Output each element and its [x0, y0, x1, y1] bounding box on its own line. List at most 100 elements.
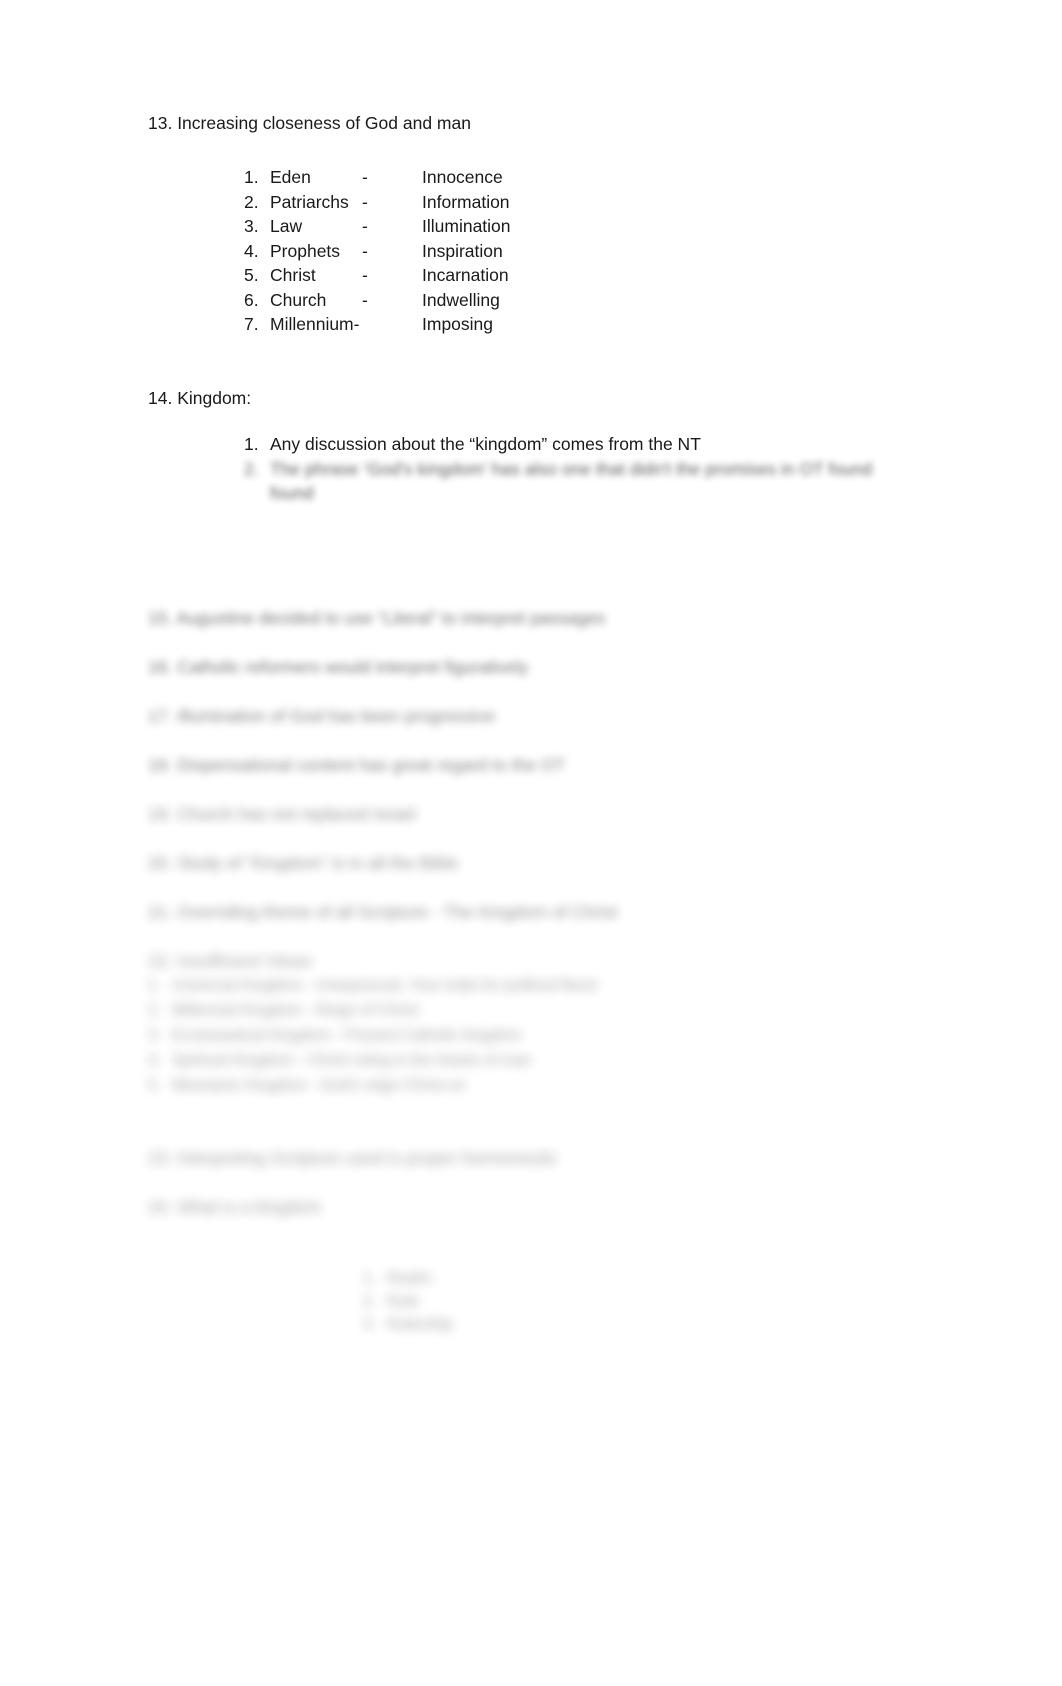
item-number: 2. — [148, 1002, 161, 1019]
list-item: 3. Rulership — [363, 1313, 948, 1336]
item-number: 4. — [148, 1052, 161, 1069]
list-item: 3. Ecclesiastical Kingdom - Present Cath… — [148, 1023, 948, 1048]
item-dash: - — [362, 289, 368, 310]
item-text: Realm — [387, 1270, 432, 1287]
item-number: 1. — [148, 977, 161, 994]
section-13: 13. Increasing closeness of God and man — [148, 110, 471, 136]
section-number: 20. — [148, 853, 173, 873]
item-number: 5. — [244, 265, 259, 285]
list-item: 2. Patriarchs - Information — [244, 190, 511, 215]
section-14: 14. Kingdom: — [148, 385, 251, 411]
section-14-heading: 14. Kingdom: — [148, 388, 252, 408]
item-number: 4. — [244, 240, 259, 261]
section-number: 15. — [148, 608, 173, 628]
section-20: 20. Study of “Kingdom” is in all the Bib… — [148, 851, 948, 875]
section-text: Overriding theme of all Scripture - The … — [177, 902, 618, 922]
section-17: 17. Illumination of God has been progres… — [148, 704, 948, 728]
section-15: 15. Augustine decided to use “Literal” t… — [148, 606, 948, 630]
item-number: 2. — [244, 458, 259, 479]
section-number: 17. — [148, 706, 173, 726]
list-item: 7. Millennium- Imposing — [244, 312, 511, 337]
list-item: 2. The phrase ‘God's kingdom' has also o… — [244, 457, 872, 482]
item-dash: - — [362, 240, 368, 261]
section-text: Catholic reformers would interpret figur… — [177, 657, 529, 677]
item-number: 3. — [148, 1027, 161, 1044]
list-item: 1. Eden - Innocence — [244, 165, 511, 190]
list-item: 6. Church - Indwelling — [244, 288, 511, 313]
kingdom-elements-list: 1. Realm 2. Rule 3. Rulership — [363, 1267, 948, 1336]
item-term: Millennium- — [270, 314, 360, 334]
item-number: 7. — [244, 314, 259, 334]
item-dash: - — [362, 216, 368, 236]
section-13-heading: 13. Increasing closeness of God and man — [148, 113, 471, 133]
kingdom-views-list: 1. Universal Kingdom - Unequivocal, Your… — [148, 973, 948, 1098]
item-value: Illumination — [422, 216, 511, 236]
item-term: Law — [270, 216, 303, 236]
item-term: Eden — [270, 167, 311, 187]
item-number: 3. — [244, 216, 259, 236]
item-number: 2. — [244, 191, 259, 212]
section-text: Augustine decided to use “Literal” to in… — [176, 608, 606, 628]
item-text: Millennial Kingdom - Reign of Christ — [172, 1002, 419, 1019]
list-item: 5. Christ - Incarnation — [244, 263, 511, 288]
item-value: Imposing — [422, 314, 494, 334]
section-text: Insufficient Views — [177, 951, 312, 971]
section-text: Interpreting Scripture used is proper he… — [177, 1148, 558, 1168]
section-13-list: 1. Eden - Innocence 2. Patriarchs - Info… — [244, 165, 511, 337]
section-number: 18. — [148, 755, 173, 775]
item-text: Messianic Kingdom - God's reign Christ o… — [172, 1077, 466, 1094]
document-page: 13. Increasing closeness of God and man … — [0, 0, 1062, 1686]
item-dash: - — [362, 167, 368, 187]
section-text: What is a kingdom — [177, 1197, 322, 1217]
item-number: 6. — [244, 289, 259, 310]
item-value: Innocence — [422, 167, 503, 187]
section-number: 21. — [148, 902, 173, 922]
item-term: Christ — [270, 265, 316, 285]
item-number: 1. — [244, 434, 259, 454]
list-item: 2. Millennial Kingdom - Reign of Christ — [148, 998, 948, 1023]
section-16: 16. Catholic reformers would interpret f… — [148, 655, 948, 679]
section-text: Dispensational content has great regard … — [177, 755, 566, 775]
item-value: Information — [422, 191, 510, 212]
lower-sections: 15. Augustine decided to use “Literal” t… — [148, 558, 948, 1336]
section-text: Illumination of God has been progressive — [177, 706, 496, 726]
section-23: 23. Interpreting Scripture used is prope… — [148, 1146, 948, 1170]
item-text: Any discussion about the “kingdom” comes… — [270, 434, 701, 454]
item-number: 1. — [244, 167, 259, 187]
section-number: 22. — [148, 951, 173, 971]
item-text: Spiritual Kingdom - Christ ruling in the… — [172, 1052, 532, 1069]
item-text: Ecclesiastical Kingdom - Present Catholi… — [172, 1027, 521, 1044]
section-22: 22. Insufficient Views — [148, 949, 948, 973]
list-item: 1. Any discussion about the “kingdom” co… — [244, 432, 872, 457]
item-term: Prophets — [270, 240, 341, 261]
section-number: 23. — [148, 1148, 173, 1168]
item-text: Rulership — [387, 1316, 453, 1333]
section-18: 18. Dispensational content has great reg… — [148, 753, 948, 777]
item-text: Rule — [387, 1293, 419, 1310]
item-dash: - — [362, 191, 368, 212]
section-21: 21. Overriding theme of all Scripture - … — [148, 900, 948, 924]
item-value: Indwelling — [422, 289, 500, 310]
list-item-wrap: found — [270, 481, 872, 506]
item-value: Inspiration — [422, 240, 503, 261]
list-item: 4. Prophets - Inspiration — [244, 239, 511, 264]
list-item: 2. Rule — [363, 1290, 948, 1313]
section-text: Church has not replaced Israel — [177, 804, 416, 824]
list-item: 3. Law - Illumination — [244, 214, 511, 239]
item-text: The phrase ‘God's kingdom' has also one … — [270, 458, 873, 479]
item-term: Church — [270, 289, 327, 310]
item-value: Incarnation — [422, 265, 509, 285]
section-24: 24. What is a kingdom — [148, 1195, 948, 1219]
item-text: Universal Kingdom - Unequivocal, Your tr… — [172, 977, 599, 994]
list-item: 5. Messianic Kingdom - God's reign Chris… — [148, 1073, 948, 1098]
list-item: 1. Universal Kingdom - Unequivocal, Your… — [148, 973, 948, 998]
item-number: 2. — [363, 1293, 376, 1310]
section-number: 16. — [148, 657, 173, 677]
section-text: Study of “Kingdom” is in all the Bible — [177, 853, 459, 873]
item-text-continued: found — [270, 483, 314, 503]
section-14-list: 1. Any discussion about the “kingdom” co… — [244, 432, 872, 506]
item-number: 5. — [148, 1077, 161, 1094]
list-item: 4. Spiritual Kingdom - Christ ruling in … — [148, 1048, 948, 1073]
section-number: 19. — [148, 804, 173, 824]
item-number: 1. — [363, 1270, 376, 1287]
